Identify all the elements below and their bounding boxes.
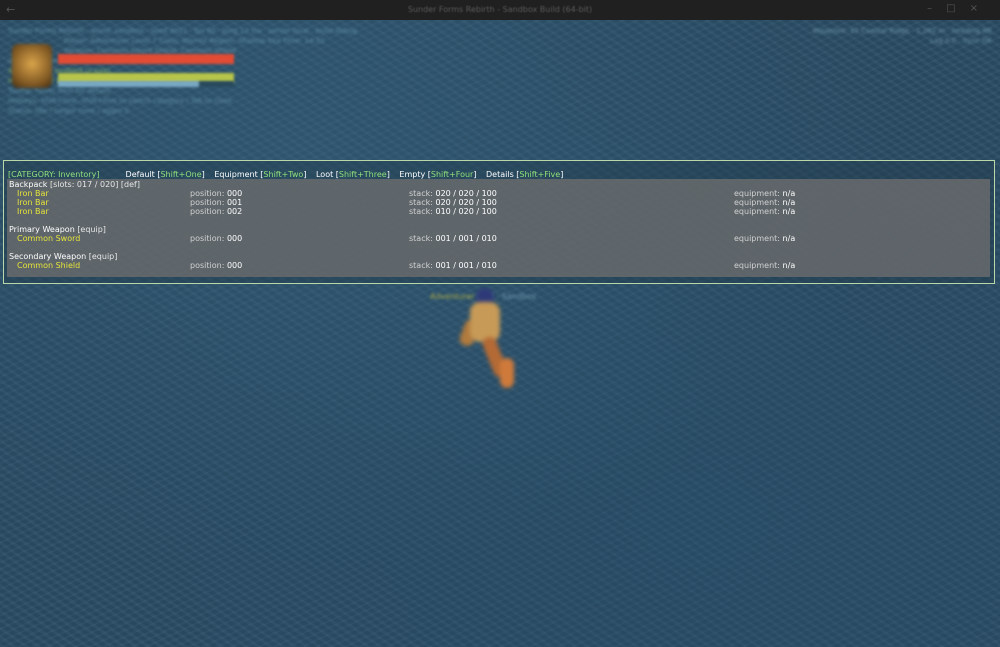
inventory-row[interactable]: Common Sword position: 000 stack: 001 / … — [7, 234, 990, 243]
item-stack: 001 / 001 / 010 — [435, 234, 497, 243]
tab-hotkey: Shift+Two — [263, 170, 304, 179]
inventory-row[interactable]: Iron Bar position: 000 stack: 020 / 020 … — [7, 189, 990, 198]
inventory-row[interactable]: Common Shield position: 000 stack: 001 /… — [7, 261, 990, 270]
player-leg — [500, 358, 514, 388]
position-label: position: — [190, 261, 225, 270]
tab-label: Default — [125, 170, 155, 179]
tab-loot[interactable]: Loot [Shift+Three] — [316, 170, 390, 179]
stack-label: stack: — [409, 198, 433, 207]
player-character[interactable] — [457, 288, 522, 388]
item-equipment: n/a — [782, 234, 796, 243]
mana-bar — [58, 81, 234, 87]
equipment-label: equipment: — [734, 207, 780, 216]
tab-label: Equipment — [214, 170, 258, 179]
item-equipment: n/a — [782, 189, 796, 198]
section-header: Primary Weapon [equip] — [7, 225, 990, 234]
inventory-row[interactable]: Iron Bar position: 001 stack: 020 / 020 … — [7, 198, 990, 207]
position-label: position: — [190, 207, 225, 216]
tab-hotkey: Shift+Five — [519, 170, 561, 179]
sync-line: Lag 0.0 · Sync OK — [930, 37, 992, 45]
stack-label: stack: — [409, 207, 433, 216]
category-label: [CATEGORY: Inventory] — [8, 170, 100, 179]
inventory-list: Backpack [slots: 017 / 020] [def] Iron B… — [7, 179, 990, 277]
item-position: 000 — [226, 234, 243, 243]
item-name[interactable]: Common Sword — [17, 234, 80, 243]
item-stack: 020 / 020 / 100 — [435, 198, 497, 207]
position-label: position: — [190, 189, 225, 198]
item-stack: 020 / 020 / 100 — [435, 189, 497, 198]
section-tag: [slots: 017 / 020] [def] — [49, 180, 140, 189]
item-position: 002 — [226, 207, 243, 216]
item-position: 000 — [226, 189, 243, 198]
window-title: Sunder Forms Rebirth - Sandbox Build (64… — [407, 5, 593, 14]
equipment-label: equipment: — [734, 198, 780, 207]
position-label: position: — [190, 198, 225, 207]
tab-hotkey: Shift+One — [160, 170, 202, 179]
inventory-tab-bar: [CATEGORY: Inventory] Default [Shift+One… — [8, 170, 990, 179]
inventory-panel: [CATEGORY: Inventory] Default [Shift+One… — [3, 160, 995, 284]
tab-label: Loot — [315, 170, 334, 179]
inventory-row[interactable]: Iron Bar position: 002 stack: 010 / 020 … — [7, 207, 990, 216]
tab-default[interactable]: Default [Shift+One] — [126, 170, 205, 179]
section-header: Backpack [slots: 017 / 020] [def] — [7, 180, 990, 189]
player-torso — [470, 302, 500, 342]
item-name[interactable]: Iron Bar — [17, 189, 49, 198]
stack-label: stack: — [409, 189, 433, 198]
equipment-label: equipment: — [734, 261, 780, 270]
waypoint-line: Waypoint: 45 Coastal Ridge · 1,262 m · h… — [812, 27, 992, 35]
item-equipment: n/a — [782, 207, 796, 216]
equipment-label: equipment: — [734, 189, 780, 198]
hud-line: Sunder Forms Rebirth · world: sandbox · … — [8, 27, 358, 35]
stack-label: stack: — [409, 234, 433, 243]
health-bar — [58, 54, 234, 64]
item-position: 001 — [226, 198, 243, 207]
tab-details[interactable]: Details [Shift+Five] — [486, 170, 563, 179]
item-name[interactable]: Common Shield — [17, 261, 80, 270]
item-equipment: n/a — [782, 261, 796, 270]
tab-label: Details — [486, 170, 514, 179]
hud-line: Status: idle / target none / aggro 0 — [8, 107, 129, 115]
window-controls[interactable]: –□× — [927, 3, 992, 14]
item-stack: 001 / 001 / 010 — [435, 261, 497, 270]
hud-line: Tooltip: hover item for details — [8, 87, 111, 95]
hud-debug-text: Sunder Forms Rebirth · world: sandbox · … — [8, 26, 568, 116]
tab-label: Empty — [399, 170, 426, 179]
hud-waypoint-text: Waypoint: 45 Coastal Ridge · 1,262 m · h… — [752, 26, 992, 46]
section-title: Secondary Weapon — [9, 252, 87, 261]
tab-empty[interactable]: Empty [Shift+Four] — [399, 170, 476, 179]
item-position: 000 — [226, 261, 243, 270]
stack-label: stack: — [409, 261, 433, 270]
window-titlebar: ← Sunder Forms Rebirth - Sandbox Build (… — [0, 0, 1000, 20]
tab-hotkey: Shift+Three — [338, 170, 387, 179]
section-tag: [equip] — [77, 225, 106, 234]
tab-equipment[interactable]: Equipment [Shift+Two] — [214, 170, 306, 179]
section-header: Secondary Weapon [equip] — [7, 252, 990, 261]
hud-line: Player: Adventurer Level 7 Class: Warrio… — [64, 37, 325, 45]
game-viewport[interactable]: Sunder Forms Rebirth · world: sandbox · … — [0, 20, 1000, 647]
player-portrait-icon — [12, 44, 52, 88]
health-bar-fill — [58, 54, 234, 64]
section-tag: [equip] — [88, 252, 118, 261]
equipment-label: equipment: — [734, 234, 780, 243]
section-title: Backpack — [9, 180, 48, 189]
tab-hotkey: Shift+Four — [430, 170, 474, 179]
section-title: Primary Weapon — [9, 225, 75, 234]
item-name[interactable]: Iron Bar — [17, 207, 49, 216]
position-label: position: — [190, 234, 225, 243]
item-name[interactable]: Iron Bar — [17, 198, 49, 207]
item-equipment: n/a — [782, 198, 796, 207]
item-stack: 010 / 020 / 100 — [435, 207, 497, 216]
mana-bar-fill — [58, 81, 199, 87]
hud-line: Hotkeys: Shift+One..Shift+Five to switch… — [8, 97, 233, 105]
close-icon[interactable]: × — [970, 3, 992, 14]
minimize-icon[interactable]: – — [927, 3, 946, 14]
maximize-icon[interactable]: □ — [946, 3, 969, 14]
